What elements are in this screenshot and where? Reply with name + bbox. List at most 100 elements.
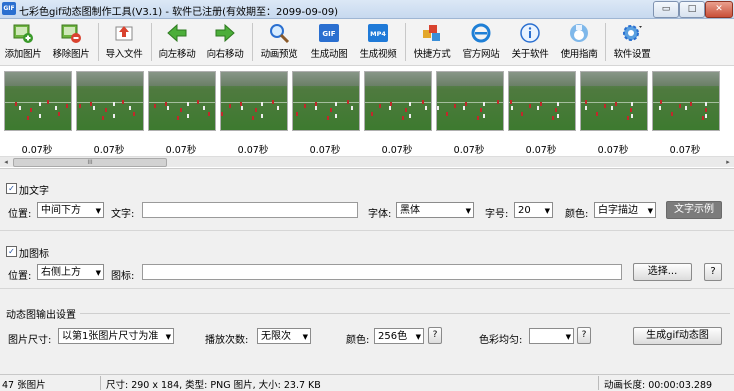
add-image-button[interactable]: 添加图片 <box>1 21 45 63</box>
preview-animation-button[interactable]: 动画预览 <box>256 21 302 63</box>
move-right-label: 向右移动 <box>206 49 244 60</box>
frame-thumbnail[interactable] <box>580 71 648 131</box>
settings-button[interactable]: 软件设置 <box>609 21 655 63</box>
mp4-icon: MP4 <box>368 24 388 42</box>
minimize-button[interactable]: ▭ <box>653 1 679 18</box>
color-depth-select[interactable]: 256色 ▼ <box>374 328 424 344</box>
frame-item[interactable]: 0.07秒 <box>3 70 72 156</box>
text-content-input[interactable] <box>142 202 358 218</box>
font-size-select[interactable]: 20 ▼ <box>514 202 553 218</box>
official-site-button[interactable]: 官方网站 <box>458 21 504 63</box>
remove-image-icon <box>61 24 81 43</box>
frame-item[interactable]: 0.07秒 <box>75 70 144 156</box>
text-color-value: 白字描边 <box>598 205 638 216</box>
frame-thumbnail[interactable] <box>364 71 432 131</box>
color-depth-label: 颜色: <box>346 335 370 346</box>
frame-item[interactable]: 0.07秒 <box>579 70 648 156</box>
scroll-left-arrow[interactable]: ◂ <box>1 157 11 167</box>
frame-delay[interactable]: 0.07秒 <box>507 142 575 156</box>
icon-position-label: 位置: <box>8 271 32 282</box>
maximize-button[interactable]: □ <box>679 1 705 18</box>
toolbar: 添加图片 移除图片 导入文件 向左移动 向右移动 动画预览 GIF 生成动图 M… <box>0 19 734 66</box>
frame-thumbnail[interactable] <box>76 71 144 131</box>
frame-item[interactable]: 0.07秒 <box>291 70 360 156</box>
status-bar: 47 张图片 尺寸: 290 x 184, 类型: PNG 图片, 大小: 23… <box>0 374 734 391</box>
frame-thumbnail[interactable] <box>436 71 504 131</box>
move-left-button[interactable]: 向左移动 <box>155 21 199 63</box>
output-settings-title: 动态图输出设置 <box>6 310 76 321</box>
generate-video-label: 生成视频 <box>359 49 397 60</box>
loop-count-select[interactable]: 无限次 ▼ <box>257 328 311 344</box>
toolbar-divider <box>252 23 253 61</box>
user-guide-button[interactable]: 使用指南 <box>556 21 602 63</box>
add-icon-section: ✓ 加图标 位置: 右侧上方 ▼ 图标: 选择... ? <box>0 240 734 289</box>
frame-item[interactable]: 0.07秒 <box>147 70 216 156</box>
frame-thumbnail[interactable] <box>508 71 576 131</box>
text-color-select[interactable]: 白字描边 ▼ <box>594 202 656 218</box>
color-uniform-select[interactable]: ▼ <box>529 328 574 344</box>
frame-delay[interactable]: 0.07秒 <box>75 142 143 156</box>
settings-gear-icon <box>623 25 642 41</box>
image-size-select[interactable]: 以第1张图片尺寸为准 ▼ <box>58 328 174 344</box>
guide-icon <box>570 24 588 42</box>
add-text-checkbox[interactable]: ✓ <box>6 183 17 194</box>
frame-delay[interactable]: 0.07秒 <box>363 142 431 156</box>
mp4-badge-text: MP4 <box>370 30 386 38</box>
scrollbar-thumb[interactable]: III <box>13 158 167 167</box>
generate-video-button[interactable]: MP4 生成视频 <box>355 21 401 63</box>
add-text-label: 加文字 <box>19 186 49 197</box>
shortcut-icon <box>423 25 440 41</box>
close-button[interactable]: ✕ <box>705 1 733 18</box>
frame-delay[interactable]: 0.07秒 <box>219 142 287 156</box>
frame-thumbnail[interactable] <box>652 71 720 131</box>
output-settings-group: 动态图输出设置 图片尺寸: 以第1张图片尺寸为准 ▼ 播放次数: 无限次 ▼ 颜色:… <box>0 300 734 372</box>
frame-thumbnail[interactable] <box>148 71 216 131</box>
horizontal-scrollbar[interactable]: ◂ III ▸ <box>0 156 734 167</box>
font-size-value: 20 <box>518 205 531 216</box>
frame-item[interactable]: 0.07秒 <box>435 70 504 156</box>
frame-delay[interactable]: 0.07秒 <box>435 142 503 156</box>
color-uniform-help-button[interactable]: ? <box>577 327 591 344</box>
import-file-button[interactable]: 导入文件 <box>102 21 146 63</box>
font-label: 字体: <box>368 209 392 220</box>
add-text-section: ✓ 加文字 位置: 中间下方 ▼ 文字: 字体: 黑体 ▼ 字号: 20 ▼ 颜色: … <box>0 178 734 231</box>
chevron-down-icon: ▼ <box>544 207 550 215</box>
shortcut-button[interactable]: 快捷方式 <box>409 21 455 63</box>
text-position-select[interactable]: 中间下方 ▼ <box>37 202 104 218</box>
remove-image-button[interactable]: 移除图片 <box>49 21 93 63</box>
frame-item[interactable]: 0.07秒 <box>219 70 288 156</box>
chevron-down-icon: ▼ <box>95 207 101 215</box>
about-button[interactable]: 关于软件 <box>507 21 553 63</box>
frame-delay[interactable]: 0.07秒 <box>147 142 215 156</box>
text-example-button[interactable]: 文字示例 <box>666 201 722 219</box>
add-icon-checkbox[interactable]: ✓ <box>6 246 17 257</box>
frame-delay[interactable]: 0.07秒 <box>651 142 719 156</box>
frame-thumbnail[interactable] <box>220 71 288 131</box>
image-size-value: 以第1张图片尺寸为准 <box>62 331 159 342</box>
frame-delay[interactable]: 0.07秒 <box>579 142 647 156</box>
frame-thumbnail[interactable] <box>4 71 72 131</box>
about-label: 关于软件 <box>511 49 549 60</box>
generate-gif-toolbar-button[interactable]: GIF 生成动图 <box>306 21 352 63</box>
icon-path-input[interactable] <box>142 264 622 280</box>
loop-count-value: 无限次 <box>261 331 291 342</box>
generate-gif-button[interactable]: 生成gif动态图 <box>633 327 722 345</box>
move-right-button[interactable]: 向右移动 <box>203 21 247 63</box>
text-position-label: 位置: <box>8 209 32 220</box>
choose-icon-button[interactable]: 选择... <box>633 263 692 281</box>
font-select[interactable]: 黑体 ▼ <box>396 202 474 218</box>
icon-help-button[interactable]: ? <box>704 263 722 281</box>
frame-item[interactable]: 0.07秒 <box>651 70 720 156</box>
arrow-right-icon <box>215 23 235 43</box>
frame-delay[interactable]: 0.07秒 <box>291 142 359 156</box>
app-gif-icon: GIF <box>2 2 16 15</box>
frame-item[interactable]: 0.07秒 <box>363 70 432 156</box>
color-depth-help-button[interactable]: ? <box>428 327 442 344</box>
color-uniform-label: 色彩均匀: <box>479 335 523 346</box>
frame-item[interactable]: 0.07秒 <box>507 70 576 156</box>
frame-thumbnail[interactable] <box>292 71 360 131</box>
icon-position-select[interactable]: 右侧上方 ▼ <box>37 264 104 280</box>
scroll-right-arrow[interactable]: ▸ <box>723 157 733 167</box>
frame-delay[interactable]: 0.07秒 <box>3 142 71 156</box>
toolbar-divider <box>605 23 606 61</box>
